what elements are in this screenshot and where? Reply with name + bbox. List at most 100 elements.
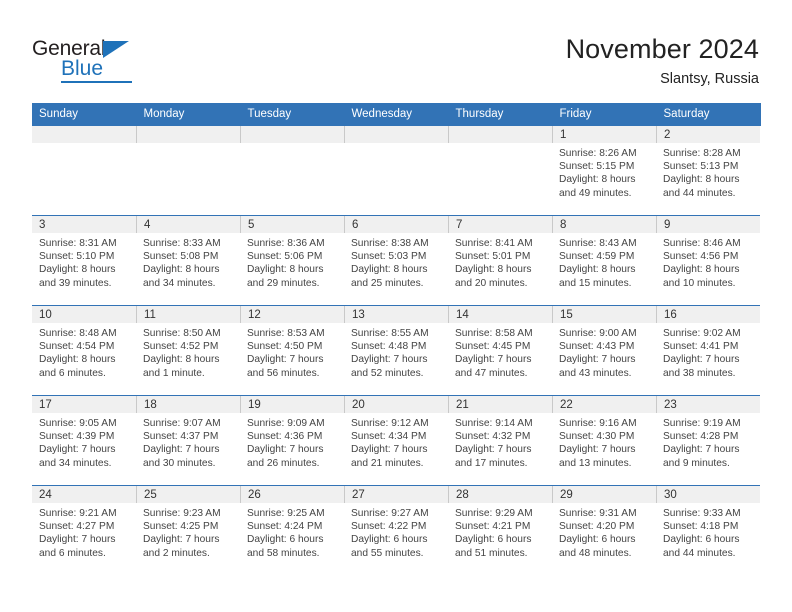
calendar-day-cell[interactable]: 9 Sunrise: 8:46 AM Sunset: 4:56 PM Daylight… [656, 215, 760, 306]
calendar-week-row: 17 Sunrise: 9:05 AM Sunset: 4:39 PM Dayligh… [32, 395, 760, 486]
calendar-day-cell-empty [448, 125, 552, 216]
calendar-day-cell[interactable]: 10 Sunrise: 8:48 AM Sunset: 4:54 PM Dayligh… [32, 305, 136, 396]
daylight-text-line1: Daylight: 8 hours [559, 264, 636, 276]
day-number: 6 [344, 216, 448, 233]
day-details: Sunrise: 8:48 AM Sunset: 4:54 PM Daylight:… [32, 323, 136, 380]
calendar-day-cell-empty [240, 125, 344, 216]
calendar-day-cell[interactable]: 20 Sunrise: 9:12 AM Sunset: 4:34 PM Dayligh… [344, 395, 448, 486]
calendar-day-cell[interactable]: 21 Sunrise: 9:14 AM Sunset: 4:32 PM Dayligh… [448, 395, 552, 486]
calendar-day-cell[interactable]: 12 Sunrise: 8:53 AM Sunset: 4:50 PM Dayligh… [240, 305, 344, 396]
day-details: Sunrise: 9:16 AM Sunset: 4:30 PM Daylight:… [552, 413, 656, 470]
day-number: 17 [32, 396, 136, 413]
sunset-text: Sunset: 4:30 PM [559, 431, 635, 443]
sunset-text: Sunset: 4:18 PM [663, 521, 739, 533]
calendar-day-cell[interactable]: 14 Sunrise: 8:58 AM Sunset: 4:45 PM Dayligh… [448, 305, 552, 396]
sunset-text: Sunset: 5:06 PM [247, 251, 323, 263]
sunrise-text: Sunrise: 8:28 AM [663, 148, 741, 159]
title-block: November 2024 Slantsy, Russia [566, 33, 759, 89]
sunrise-text: Sunrise: 9:23 AM [143, 508, 221, 519]
calendar-day-cell[interactable]: 13 Sunrise: 8:55 AM Sunset: 4:48 PM Dayligh… [344, 305, 448, 396]
calendar-day-cell[interactable]: 27 Sunrise: 9:27 AM Sunset: 4:22 PM Dayligh… [344, 485, 448, 576]
calendar-day-cell-empty [136, 125, 240, 216]
sunrise-text: Sunrise: 8:55 AM [351, 328, 429, 339]
calendar-day-cell[interactable]: 5 Sunrise: 8:36 AM Sunset: 5:06 PM Daylight… [240, 215, 344, 306]
daylight-text-line2: and 44 minutes. [663, 187, 736, 199]
sunset-text: Sunset: 4:32 PM [455, 431, 531, 443]
calendar-day-cell[interactable]: 11 Sunrise: 8:50 AM Sunset: 4:52 PM Dayligh… [136, 305, 240, 396]
calendar-day-cell[interactable]: 23 Sunrise: 9:19 AM Sunset: 4:28 PM Dayligh… [656, 395, 760, 486]
day-number [448, 126, 552, 143]
day-number: 16 [656, 306, 760, 323]
sunset-text: Sunset: 4:36 PM [247, 431, 323, 443]
calendar-week-row: 10 Sunrise: 8:48 AM Sunset: 4:54 PM Dayligh… [32, 305, 760, 396]
calendar-day-cell[interactable]: 28 Sunrise: 9:29 AM Sunset: 4:21 PM Dayligh… [448, 485, 552, 576]
calendar-day-cell[interactable]: 1 Sunrise: 8:26 AM Sunset: 5:15 PM Daylight… [552, 125, 656, 216]
sunset-text: Sunset: 4:21 PM [455, 521, 531, 533]
weekday-header-saturday: Saturday [656, 103, 761, 126]
day-details: Sunrise: 9:21 AM Sunset: 4:27 PM Daylight:… [32, 503, 136, 560]
calendar-day-cell[interactable]: 25 Sunrise: 9:23 AM Sunset: 4:25 PM Dayligh… [136, 485, 240, 576]
daylight-text-line1: Daylight: 6 hours [455, 534, 532, 546]
daylight-text-line1: Daylight: 8 hours [663, 174, 740, 186]
daylight-text-line2: and 49 minutes. [559, 187, 632, 199]
day-details: Sunrise: 8:41 AM Sunset: 5:01 PM Daylight:… [448, 233, 552, 290]
daylight-text-line2: and 55 minutes. [351, 547, 424, 559]
day-number: 22 [552, 396, 656, 413]
daylight-text-line2: and 20 minutes. [455, 277, 528, 289]
sunrise-text: Sunrise: 9:09 AM [247, 418, 325, 429]
day-details: Sunrise: 8:33 AM Sunset: 5:08 PM Daylight:… [136, 233, 240, 290]
daylight-text-line1: Daylight: 7 hours [247, 444, 324, 456]
sunset-text: Sunset: 4:25 PM [143, 521, 219, 533]
calendar-day-cell[interactable]: 17 Sunrise: 9:05 AM Sunset: 4:39 PM Dayligh… [32, 395, 136, 486]
calendar-week-row: 1 Sunrise: 8:26 AM Sunset: 5:15 PM Daylight… [32, 125, 760, 216]
calendar-day-cell[interactable]: 18 Sunrise: 9:07 AM Sunset: 4:37 PM Dayligh… [136, 395, 240, 486]
day-details: Sunrise: 9:33 AM Sunset: 4:18 PM Daylight:… [656, 503, 760, 560]
calendar-day-cell[interactable]: 19 Sunrise: 9:09 AM Sunset: 4:36 PM Dayligh… [240, 395, 344, 486]
calendar-day-cell[interactable]: 8 Sunrise: 8:43 AM Sunset: 4:59 PM Daylight… [552, 215, 656, 306]
day-number: 19 [240, 396, 344, 413]
day-details: Sunrise: 8:26 AM Sunset: 5:15 PM Daylight:… [552, 143, 656, 200]
daylight-text-line2: and 29 minutes. [247, 277, 320, 289]
calendar-day-cell[interactable]: 2 Sunrise: 8:28 AM Sunset: 5:13 PM Daylight… [656, 125, 760, 216]
day-details: Sunrise: 8:38 AM Sunset: 5:03 PM Daylight:… [344, 233, 448, 290]
sunset-text: Sunset: 4:39 PM [39, 431, 115, 443]
calendar-day-cell[interactable]: 24 Sunrise: 9:21 AM Sunset: 4:27 PM Dayligh… [32, 485, 136, 576]
calendar-day-cell[interactable]: 26 Sunrise: 9:25 AM Sunset: 4:24 PM Dayligh… [240, 485, 344, 576]
calendar-day-cell[interactable]: 6 Sunrise: 8:38 AM Sunset: 5:03 PM Daylight… [344, 215, 448, 306]
calendar-day-cell-empty [344, 125, 448, 216]
sunrise-text: Sunrise: 8:31 AM [39, 238, 117, 249]
day-details: Sunrise: 9:00 AM Sunset: 4:43 PM Daylight:… [552, 323, 656, 380]
day-number: 14 [448, 306, 552, 323]
calendar-day-cell[interactable]: 7 Sunrise: 8:41 AM Sunset: 5:01 PM Daylight… [448, 215, 552, 306]
sunset-text: Sunset: 4:24 PM [247, 521, 323, 533]
daylight-text-line1: Daylight: 8 hours [143, 354, 220, 366]
calendar-day-cell[interactable]: 22 Sunrise: 9:16 AM Sunset: 4:30 PM Dayligh… [552, 395, 656, 486]
calendar-day-cell[interactable]: 30 Sunrise: 9:33 AM Sunset: 4:18 PM Dayligh… [656, 485, 760, 576]
calendar-week-row: 24 Sunrise: 9:21 AM Sunset: 4:27 PM Dayligh… [32, 485, 760, 576]
day-number: 15 [552, 306, 656, 323]
day-details: Sunrise: 9:02 AM Sunset: 4:41 PM Daylight:… [656, 323, 760, 380]
day-number: 28 [448, 486, 552, 503]
page-header: General Blue November 2024 Slantsy, Russ… [0, 0, 792, 100]
calendar-day-cell[interactable]: 16 Sunrise: 9:02 AM Sunset: 4:41 PM Dayligh… [656, 305, 760, 396]
calendar-day-cell[interactable]: 15 Sunrise: 9:00 AM Sunset: 4:43 PM Dayligh… [552, 305, 656, 396]
sunset-text: Sunset: 5:01 PM [455, 251, 531, 263]
day-details: Sunrise: 9:23 AM Sunset: 4:25 PM Daylight:… [136, 503, 240, 560]
calendar-day-cell[interactable]: 29 Sunrise: 9:31 AM Sunset: 4:20 PM Dayligh… [552, 485, 656, 576]
daylight-text-line2: and 52 minutes. [351, 367, 424, 379]
day-details: Sunrise: 9:29 AM Sunset: 4:21 PM Daylight:… [448, 503, 552, 560]
sunrise-text: Sunrise: 8:43 AM [559, 238, 637, 249]
daylight-text-line2: and 13 minutes. [559, 457, 632, 469]
daylight-text-line2: and 48 minutes. [559, 547, 632, 559]
sunrise-text: Sunrise: 9:33 AM [663, 508, 741, 519]
sunset-text: Sunset: 4:48 PM [351, 341, 427, 353]
calendar-day-cell[interactable]: 3 Sunrise: 8:31 AM Sunset: 5:10 PM Daylight… [32, 215, 136, 306]
logo-underline [61, 81, 132, 83]
daylight-text-line1: Daylight: 6 hours [663, 534, 740, 546]
day-details: Sunrise: 8:31 AM Sunset: 5:10 PM Daylight:… [32, 233, 136, 290]
daylight-text-line1: Daylight: 7 hours [351, 444, 428, 456]
general-blue-logo[interactable]: General Blue [32, 38, 162, 84]
weekday-header-thursday: Thursday [448, 103, 553, 126]
calendar-day-cell[interactable]: 4 Sunrise: 8:33 AM Sunset: 5:08 PM Daylight… [136, 215, 240, 306]
daylight-text-line1: Daylight: 7 hours [663, 444, 740, 456]
